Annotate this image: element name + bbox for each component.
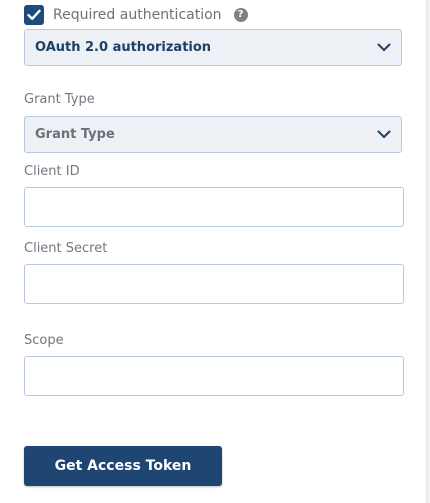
grant-type-select[interactable]: Grant Type xyxy=(24,116,402,153)
auth-type-value: OAuth 2.0 authorization xyxy=(35,40,212,55)
panel-edge xyxy=(426,0,430,503)
client-secret-input[interactable] xyxy=(24,264,404,304)
required-authentication-checkbox[interactable] xyxy=(24,5,44,25)
scope-label: Scope xyxy=(24,333,64,348)
client-id-label: Client ID xyxy=(24,164,80,179)
scope-input[interactable] xyxy=(24,356,404,396)
chevron-down-icon xyxy=(377,128,391,142)
oauth-settings-panel: Required authentication ? OAuth 2.0 auth… xyxy=(0,0,430,503)
client-secret-label: Client Secret xyxy=(24,241,108,256)
client-id-input[interactable] xyxy=(24,187,404,227)
checkmark-icon xyxy=(27,9,41,20)
question-circle-icon[interactable]: ? xyxy=(233,8,248,22)
grant-type-value: Grant Type xyxy=(35,127,115,142)
required-authentication-label: Required authentication xyxy=(53,7,222,23)
chevron-down-icon xyxy=(377,41,391,55)
grant-type-label: Grant Type xyxy=(24,92,95,107)
auth-type-select[interactable]: OAuth 2.0 authorization xyxy=(24,29,402,66)
required-authentication-row: Required authentication ? xyxy=(24,4,248,26)
get-access-token-button[interactable]: Get Access Token xyxy=(24,446,222,486)
